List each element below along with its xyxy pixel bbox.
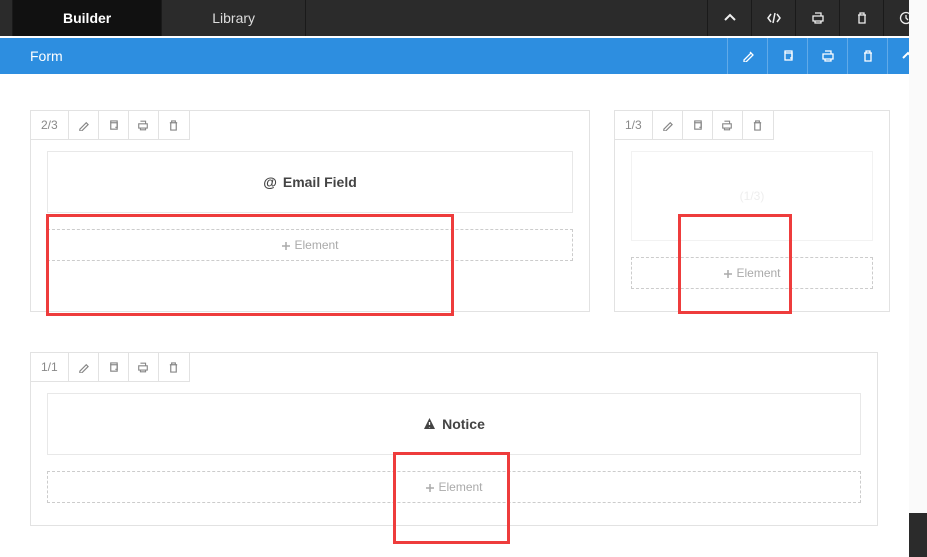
section-print-button[interactable] <box>807 38 847 74</box>
canvas: 2/3 @ Email Field Element 1/3 <box>0 74 927 538</box>
add-element-button[interactable]: Element <box>631 257 873 289</box>
collapse-up-button[interactable] <box>707 0 751 36</box>
column-toolbar: 2/3 <box>30 110 190 140</box>
column-full[interactable]: 1/1 Notice Element <box>30 352 878 526</box>
column-fraction-label: 2/3 <box>31 111 69 139</box>
section-actions <box>727 38 927 74</box>
column-toolbar: 1/1 <box>30 352 190 382</box>
plus-icon <box>425 483 435 493</box>
column-copy-button[interactable] <box>99 353 129 381</box>
row-1: 2/3 @ Email Field Element 1/3 <box>30 110 905 312</box>
column-delete-button[interactable] <box>159 353 189 381</box>
column-toolbar: 1/3 <box>614 110 774 140</box>
add-element-button[interactable]: Element <box>47 471 861 503</box>
placeholder-block[interactable]: (1/3) <box>631 151 873 241</box>
column-two-thirds[interactable]: 2/3 @ Email Field Element <box>30 110 590 312</box>
code-button[interactable] <box>751 0 795 36</box>
scrollbar-track <box>909 0 927 557</box>
column-print-button[interactable] <box>129 111 159 139</box>
column-copy-button[interactable] <box>99 111 129 139</box>
tab-library-label: Library <box>212 10 255 26</box>
column-fraction-label: 1/1 <box>31 353 69 381</box>
plus-icon <box>723 269 733 279</box>
at-icon: @ <box>263 174 277 190</box>
scrollbar-thumb[interactable] <box>909 513 927 557</box>
column-edit-button[interactable] <box>69 353 99 381</box>
top-bar: Builder Library <box>0 0 927 36</box>
column-one-third[interactable]: 1/3 (1/3) Element <box>614 110 890 312</box>
column-copy-button[interactable] <box>683 111 713 139</box>
email-field-label: Email Field <box>283 174 357 190</box>
delete-button[interactable] <box>839 0 883 36</box>
section-delete-button[interactable] <box>847 38 887 74</box>
column-delete-button[interactable] <box>159 111 189 139</box>
column-fraction-label: 1/3 <box>615 111 653 139</box>
section-copy-button[interactable] <box>767 38 807 74</box>
column-delete-button[interactable] <box>743 111 773 139</box>
add-element-label: Element <box>294 238 338 252</box>
tab-builder-label: Builder <box>63 10 111 26</box>
add-element-label: Element <box>736 266 780 280</box>
column-print-button[interactable] <box>129 353 159 381</box>
add-element-label: Element <box>438 480 482 494</box>
warning-icon <box>423 416 436 432</box>
section-title: Form <box>0 38 727 74</box>
add-element-button[interactable]: Element <box>47 229 573 261</box>
print-button[interactable] <box>795 0 839 36</box>
top-actions <box>707 0 927 36</box>
section-header: Form <box>0 38 927 74</box>
column-edit-button[interactable] <box>653 111 683 139</box>
placeholder-label: (1/3) <box>740 189 765 203</box>
column-edit-button[interactable] <box>69 111 99 139</box>
column-print-button[interactable] <box>713 111 743 139</box>
tab-builder[interactable]: Builder <box>12 0 162 36</box>
plus-icon <box>281 241 291 251</box>
notice-block[interactable]: Notice <box>47 393 861 455</box>
tab-library[interactable]: Library <box>162 0 306 36</box>
section-edit-button[interactable] <box>727 38 767 74</box>
email-field-block[interactable]: @ Email Field <box>47 151 573 213</box>
tab-strip: Builder Library <box>0 0 707 36</box>
row-2: 1/1 Notice Element <box>30 312 905 526</box>
notice-label: Notice <box>442 416 485 432</box>
